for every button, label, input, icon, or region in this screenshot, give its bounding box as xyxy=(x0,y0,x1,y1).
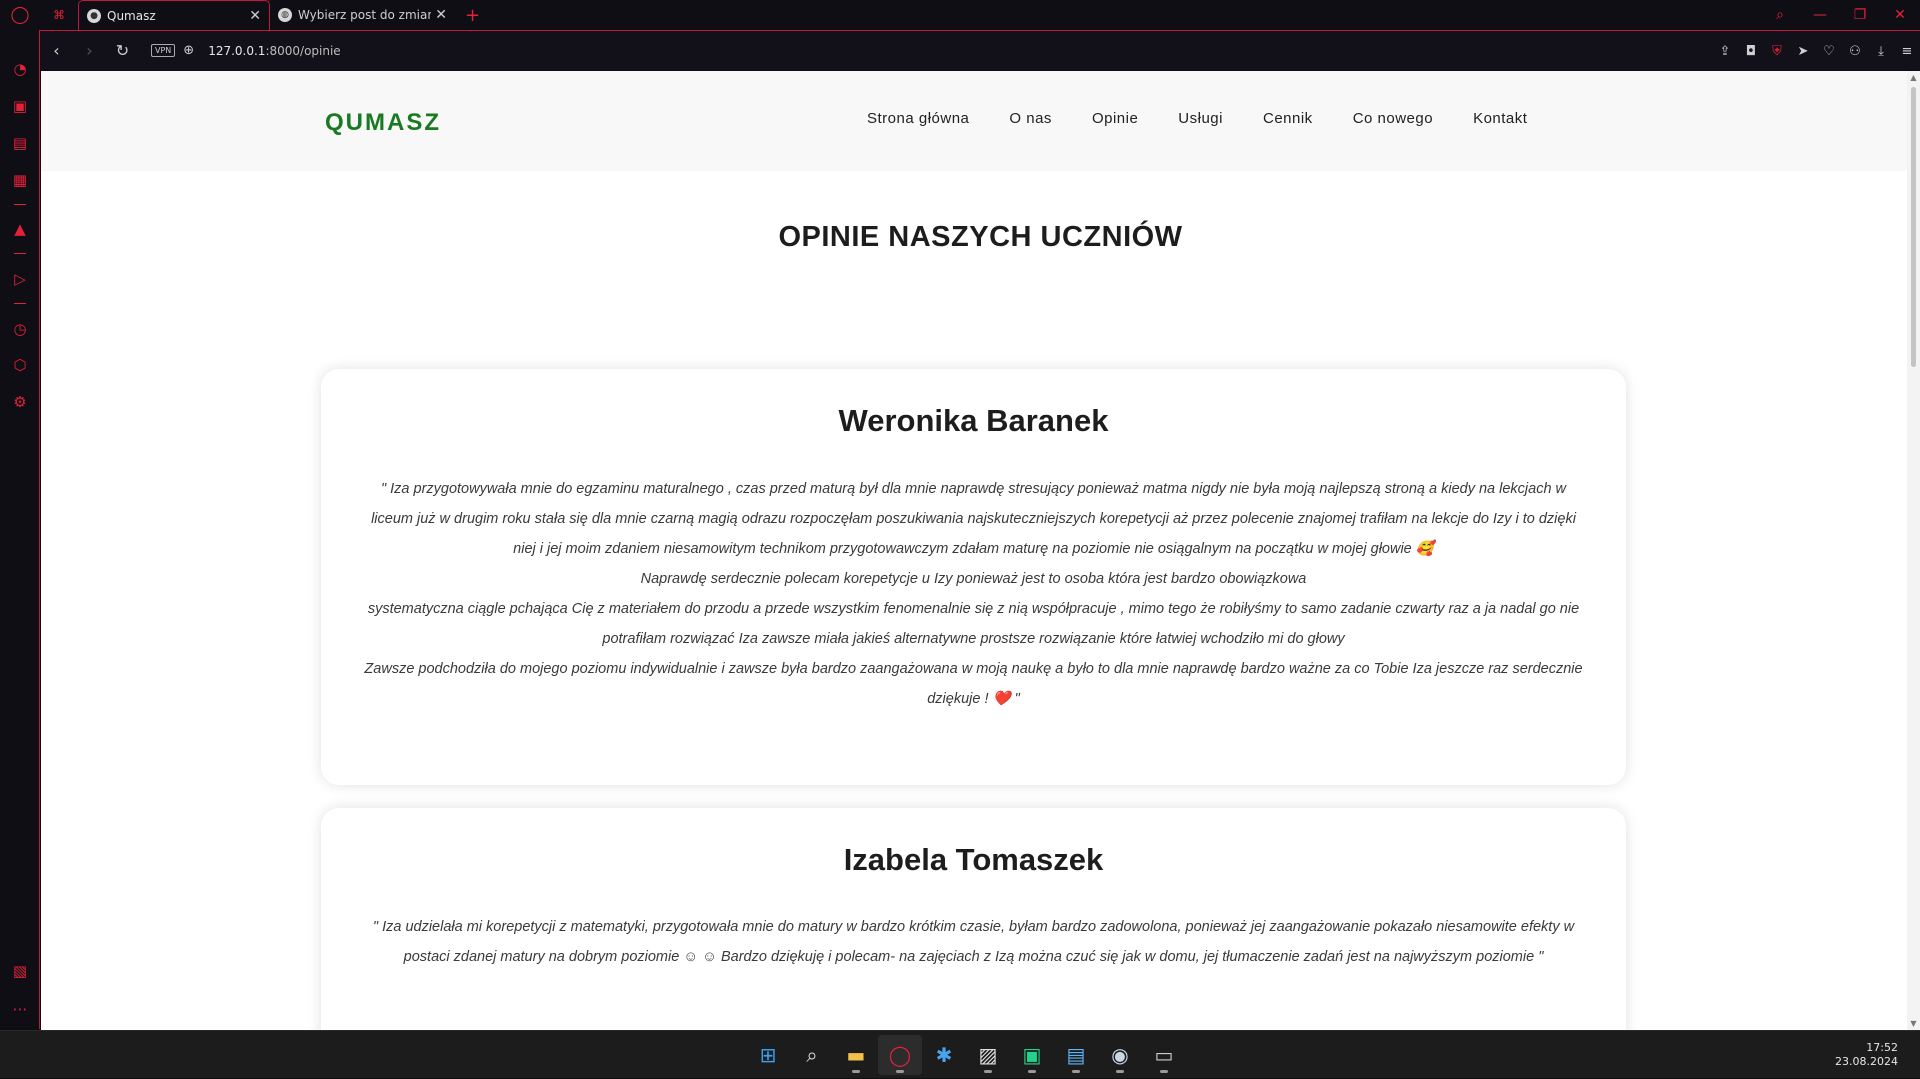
review-paragraph: systematyczna ciągle pchająca Cię z mate… xyxy=(367,601,1580,647)
review-paragraph: Zawsze podchodziła do mojego poziomu ind… xyxy=(364,661,1583,707)
opera-icon[interactable]: ◯ xyxy=(878,1035,922,1075)
tab-close-icon[interactable]: ✕ xyxy=(249,8,261,24)
settings-icon[interactable]: ⚙ xyxy=(0,387,40,417)
scroll-up-icon[interactable]: ▲ xyxy=(1907,73,1920,82)
pycharm-icon[interactable]: ▣ xyxy=(1010,1035,1054,1075)
clock-date: 23.08.2024 xyxy=(1835,1055,1898,1068)
tab-search-icon[interactable]: ⌕ xyxy=(1760,0,1800,30)
back-icon[interactable]: ‹ xyxy=(40,31,73,71)
browser-sidebar: ◔ ▣ ▤ ▦ ▲ ▷ ◷ ⬡ ⚙ ▧ ⋯ xyxy=(0,30,40,1029)
site-favicon-icon: ● xyxy=(87,8,101,23)
arc-icon[interactable]: ▲ xyxy=(0,214,40,244)
review-paragraph: " Iza przygotowywała mnie do egzaminu ma… xyxy=(371,481,1576,557)
gamepad-icon[interactable]: ⌘ xyxy=(40,0,78,30)
site-info-icon[interactable]: ⊕ xyxy=(183,43,194,58)
reload-icon[interactable]: ↻ xyxy=(106,31,139,71)
menu-item-contact[interactable]: Kontakt xyxy=(1473,110,1527,127)
more-icon[interactable]: ⋯ xyxy=(0,994,40,1024)
share-icon[interactable]: ⇪ xyxy=(1712,44,1738,59)
restore-icon[interactable]: ❐ xyxy=(1840,0,1880,30)
bookmark-heart-icon[interactable]: ♡ xyxy=(1816,44,1842,59)
review-text: " Iza przygotowywała mnie do egzaminu ma… xyxy=(359,474,1588,714)
scrollbar-thumb[interactable] xyxy=(1911,87,1916,367)
review-card: Izabela Tomaszek " Iza udzielała mi kore… xyxy=(321,808,1626,1030)
url-field[interactable]: 127.0.0.1:8000/opinie xyxy=(208,44,341,58)
site-logo[interactable]: QUMASZ xyxy=(325,109,441,137)
menu-item-news[interactable]: Co nowego xyxy=(1353,110,1433,127)
steam-icon[interactable]: ◉ xyxy=(1098,1035,1142,1075)
sidebar-divider xyxy=(14,303,26,304)
page-viewport: QUMASZ Strona główna O nas Opinie Usługi… xyxy=(41,71,1920,1030)
opera-menu-icon[interactable]: ◯ xyxy=(0,0,40,30)
speed-dial-icon[interactable]: ◔ xyxy=(0,54,40,84)
terminal-icon[interactable]: ▭ xyxy=(1142,1035,1186,1075)
extensions-icon[interactable]: ⬡ xyxy=(0,350,40,380)
download-icon[interactable]: ⤓ xyxy=(1868,44,1894,59)
new-tab-button[interactable]: + xyxy=(465,5,480,26)
review-author: Weronika Baranek xyxy=(838,403,1109,438)
menu-item-pricing[interactable]: Cennik xyxy=(1263,110,1313,127)
scroll-down-icon[interactable]: ▼ xyxy=(1907,1019,1920,1028)
minimize-icon[interactable]: — xyxy=(1800,0,1840,30)
tab-title: Qumasz xyxy=(107,8,156,23)
adblock-icon[interactable]: ⛨ xyxy=(1764,44,1790,59)
tab-admin[interactable]: ◍ Wybierz post do zmiany | A ✕ xyxy=(270,0,455,30)
tab-title: Wybierz post do zmiany | A xyxy=(298,8,432,22)
sidebar-divider xyxy=(14,253,26,254)
menu-item-about[interactable]: O nas xyxy=(1009,110,1052,127)
address-bar: ‹ › ↻ VPN ⊕ 127.0.0.1:8000/opinie ⇪ ◘ ⛨ … xyxy=(40,30,1920,70)
review-paragraph: " Iza udzielała mi korepetycji z matemat… xyxy=(372,919,1575,965)
snapshot-icon[interactable]: ◘ xyxy=(1738,44,1764,59)
review-card: Weronika Baranek " Iza przygotowywała mn… xyxy=(321,369,1626,785)
gallery-icon[interactable]: ▧ xyxy=(0,956,40,986)
search-icon[interactable]: ⌕ xyxy=(790,1035,834,1075)
windows-start-icon[interactable]: ⊞ xyxy=(746,1035,790,1075)
url-path: :8000/opinie xyxy=(265,43,341,58)
menu-item-services[interactable]: Usługi xyxy=(1178,110,1223,127)
review-author: Izabela Tomaszek xyxy=(843,842,1104,877)
profile-icon[interactable]: ⚇ xyxy=(1842,44,1868,59)
page-title: OPINIE NASZYCH UCZNIÓW xyxy=(778,221,1183,253)
sidebar-divider xyxy=(14,204,26,205)
review-paragraph: Naprawdę serdecznie polecam korepetycje … xyxy=(640,571,1307,587)
file-explorer-icon[interactable]: ▬ xyxy=(834,1035,878,1075)
url-host: 127.0.0.1 xyxy=(208,43,266,58)
browser-tab-bar: ◯ ⌘ ● Qumasz ✕ ◍ Wybierz post do zmiany … xyxy=(0,0,1920,30)
vpn-badge[interactable]: VPN xyxy=(151,44,176,57)
tab-qumasz[interactable]: ● Qumasz ✕ xyxy=(78,0,270,30)
twitch-icon[interactable]: ▤ xyxy=(0,128,40,158)
system-clock[interactable]: 17:52 23.08.2024 xyxy=(1835,1041,1898,1069)
close-window-icon[interactable]: ✕ xyxy=(1880,0,1920,30)
windows-taskbar: ⊞ ⌕ ▬ ◯ ✱ ▨ ▣ ▤ ◉ ▭ 17:52 23.08.2024 xyxy=(0,1030,1920,1078)
shopping-bag-icon[interactable]: ▣ xyxy=(0,91,40,121)
main-menu: Strona główna O nas Opinie Usługi Cennik… xyxy=(867,110,1567,127)
aria-icon[interactable]: ▦ xyxy=(0,165,40,195)
paint-app-icon[interactable]: ▨ xyxy=(966,1035,1010,1075)
forward-icon[interactable]: › xyxy=(73,31,106,71)
player-icon[interactable]: ▷ xyxy=(0,264,40,294)
tab-close-icon[interactable]: ✕ xyxy=(435,7,447,23)
clock-time: 17:52 xyxy=(1866,1041,1898,1054)
easy-setup-icon[interactable]: ≡ xyxy=(1894,44,1920,59)
globe-favicon-icon: ◍ xyxy=(278,8,292,22)
send-icon[interactable]: ➤ xyxy=(1790,44,1816,59)
menu-item-home[interactable]: Strona główna xyxy=(867,110,969,127)
history-icon[interactable]: ◷ xyxy=(0,314,40,344)
notepad-icon[interactable]: ▤ xyxy=(1054,1035,1098,1075)
site-header: QUMASZ Strona główna O nas Opinie Usługi… xyxy=(41,71,1920,171)
review-text: " Iza udzielała mi korepetycji z matemat… xyxy=(359,912,1588,972)
page-scrollbar[interactable]: ▲ ▼ xyxy=(1907,71,1920,1030)
menu-item-reviews[interactable]: Opinie xyxy=(1092,110,1138,127)
app-blue-icon[interactable]: ✱ xyxy=(922,1035,966,1075)
